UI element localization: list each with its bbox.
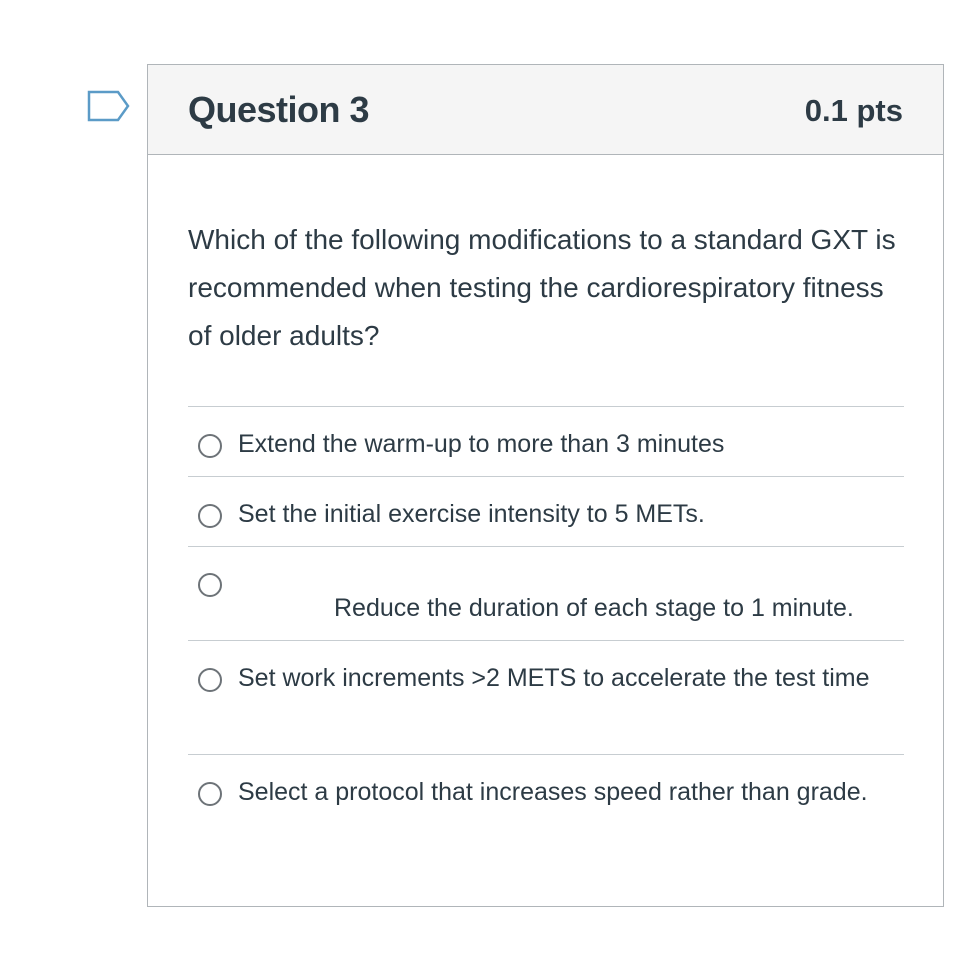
answer-option[interactable]: Set work increments >2 METS to accelerat… [188, 640, 904, 754]
radio-button[interactable] [198, 782, 222, 806]
question-points: 0.1 pts [804, 93, 903, 128]
radio-button[interactable] [198, 573, 222, 597]
radio-button[interactable] [198, 504, 222, 528]
answer-option[interactable]: Extend the warm-up to more than 3 minute… [188, 406, 904, 476]
question-title: Question 3 [188, 89, 370, 130]
answer-option[interactable]: Select a protocol that increases speed r… [188, 754, 904, 864]
answer-label: Set work increments >2 METS to accelerat… [238, 664, 870, 692]
question-card: Question 3 0.1 pts Which of the followin… [147, 64, 944, 907]
question-header: Question 3 0.1 pts [148, 65, 943, 155]
question-text: Which of the following modifications to … [188, 224, 896, 351]
radio-button[interactable] [198, 434, 222, 458]
answer-label: Set the initial exercise intensity to 5 … [238, 500, 705, 528]
answer-label: Extend the warm-up to more than 3 minute… [238, 430, 725, 458]
answer-option[interactable]: Set the initial exercise intensity to 5 … [188, 476, 904, 546]
radio-button[interactable] [198, 668, 222, 692]
answer-label: Select a protocol that increases speed r… [238, 778, 868, 806]
flag-question-icon[interactable] [87, 90, 131, 124]
answer-list: Extend the warm-up to more than 3 minute… [188, 406, 904, 864]
answer-label: Reduce the duration of each stage to 1 m… [334, 594, 854, 622]
answer-option[interactable]: Reduce the duration of each stage to 1 m… [188, 546, 904, 640]
